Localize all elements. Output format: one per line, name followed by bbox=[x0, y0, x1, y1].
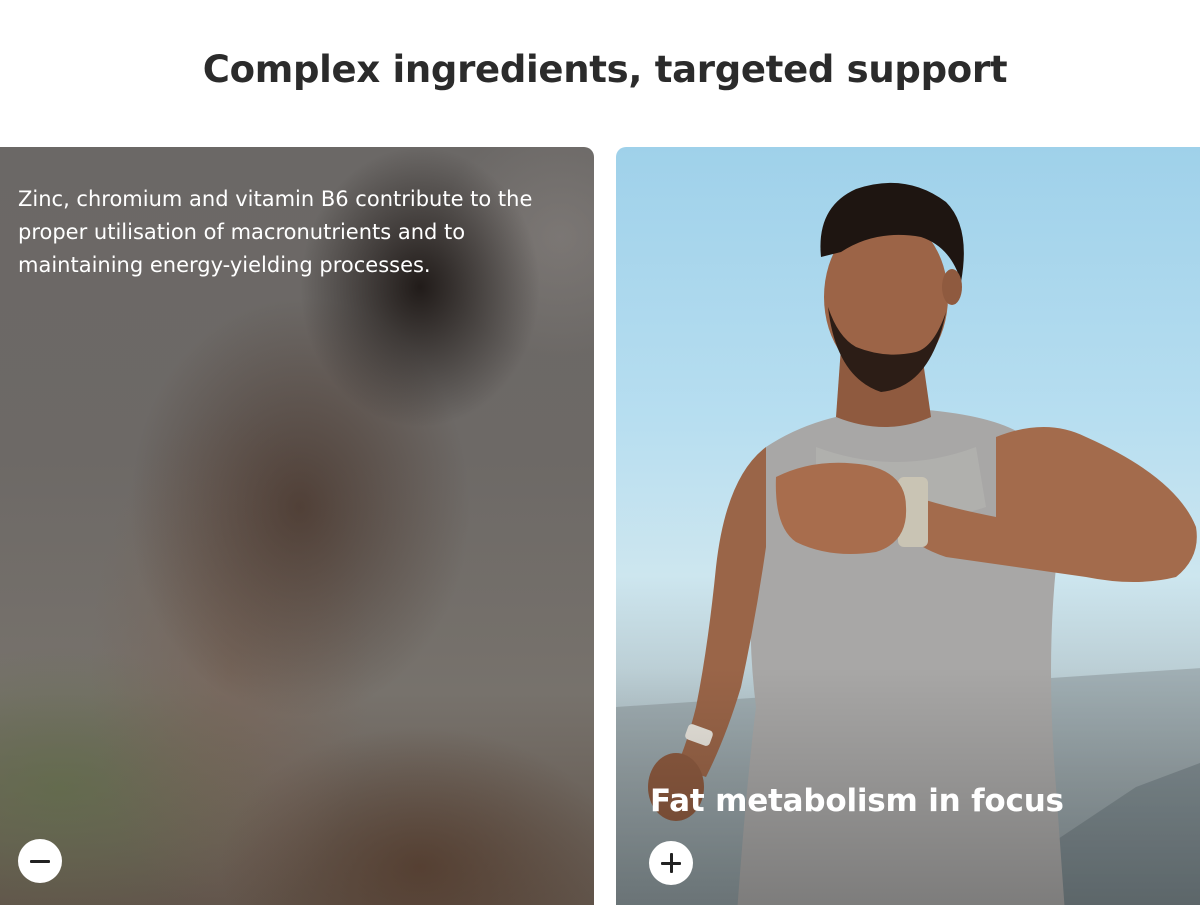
feature-card-expanded: Zinc, chromium and vitamin B6 contribute… bbox=[0, 147, 594, 905]
card-title: Fat metabolism in focus bbox=[650, 783, 1064, 819]
feature-card-fat-metabolism[interactable]: Fat metabolism in focus bbox=[616, 147, 1200, 905]
card-description: Zinc, chromium and vitamin B6 contribute… bbox=[18, 187, 533, 277]
page: Complex ingredients, targeted support Zi… bbox=[0, 0, 1200, 905]
collapse-button[interactable] bbox=[18, 839, 62, 883]
expand-button[interactable] bbox=[649, 841, 693, 885]
section-title: Complex ingredients, targeted support bbox=[202, 48, 1008, 91]
